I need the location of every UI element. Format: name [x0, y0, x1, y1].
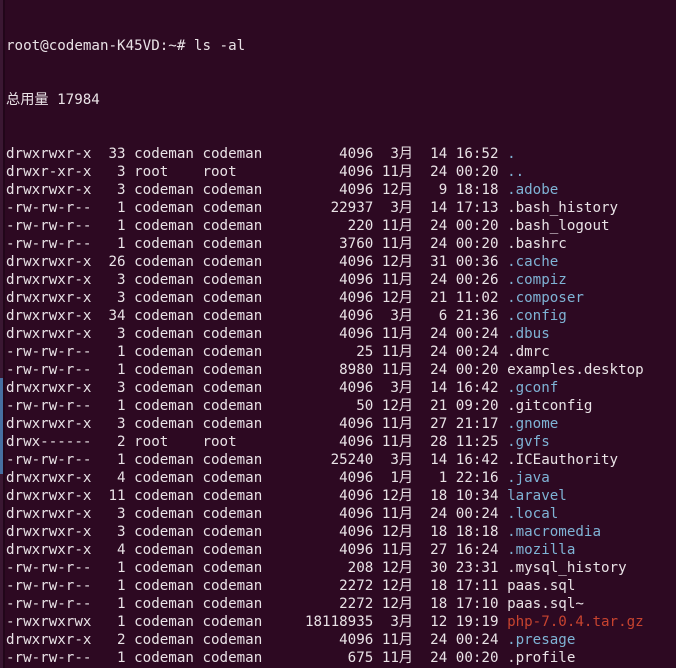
file-listing-row: -rw-rw-r-- 1 codeman codeman 25 11月 24 0… — [6, 343, 644, 361]
file-listing-row: -rw-rw-r-- 1 codeman codeman 2272 12月 18… — [6, 595, 644, 613]
terminal-window[interactable]: root@codeman-K45VD:~# ls -al 总用量 17984 d… — [0, 0, 676, 668]
file-listing-row: drwxrwxr-x 3 codeman codeman 4096 12月 21… — [6, 289, 644, 307]
file-name[interactable]: .compiz — [507, 272, 567, 288]
terminal-edge-shadow — [3, 0, 5, 668]
file-metadata: drwxrwxr-x 2 codeman codeman 4096 11月 24… — [6, 632, 508, 648]
file-metadata: drwxrwxr-x 3 codeman codeman 4096 12月 21… — [6, 290, 508, 306]
file-metadata: drwxrwxr-x 3 codeman codeman 4096 11月 24… — [6, 506, 508, 522]
file-metadata: drwxrwxr-x 4 codeman codeman 4096 11月 27… — [6, 542, 508, 558]
file-name[interactable]: examples.desktop — [507, 362, 644, 378]
file-listing-row: -rw-rw-r-- 1 codeman codeman 2272 12月 18… — [6, 577, 644, 595]
file-metadata: -rwxrwxrwx 1 codeman codeman 18118935 3月… — [6, 614, 508, 630]
file-name[interactable]: .profile — [507, 650, 575, 666]
file-name[interactable]: .mozilla — [507, 542, 575, 558]
file-listing-row: drwxrwxr-x 33 codeman codeman 4096 3月 14… — [6, 145, 644, 163]
file-listing-row: drwxrwxr-x 4 codeman codeman 4096 1月 1 2… — [6, 469, 644, 487]
file-listing: drwxrwxr-x 33 codeman codeman 4096 3月 14… — [6, 145, 644, 668]
file-name[interactable]: .bashrc — [507, 236, 567, 252]
file-listing-row: -rw-rw-r-- 1 codeman codeman 220 11月 24 … — [6, 217, 644, 235]
file-listing-row: -rw-rw-r-- 1 codeman codeman 22937 3月 14… — [6, 199, 644, 217]
file-listing-row: -rw-rw-r-- 1 codeman codeman 3760 11月 24… — [6, 235, 644, 253]
file-metadata: drwxrwxr-x 3 codeman codeman 4096 12月 18… — [6, 524, 508, 540]
file-name[interactable]: .java — [507, 470, 550, 486]
file-name[interactable]: .. — [507, 164, 524, 180]
file-metadata: -rw-rw-r-- 1 codeman codeman 675 11月 24 … — [6, 650, 508, 666]
file-name[interactable]: laravel — [507, 488, 567, 504]
file-metadata: drwxrwxr-x 3 codeman codeman 4096 11月 24… — [6, 272, 508, 288]
file-listing-row: drwxrwxr-x 2 codeman codeman 4096 11月 24… — [6, 631, 644, 649]
file-name[interactable]: .ICEauthority — [507, 452, 618, 468]
file-listing-row: drwxrwxr-x 11 codeman codeman 4096 12月 1… — [6, 487, 644, 505]
file-metadata: -rw-rw-r-- 1 codeman codeman 208 12月 30 … — [6, 560, 508, 576]
file-name[interactable]: .dbus — [507, 326, 550, 342]
file-name[interactable]: .gnome — [507, 416, 558, 432]
file-name[interactable]: .macromedia — [507, 524, 601, 540]
prompt-line: root@codeman-K45VD:~# ls -al — [6, 38, 246, 54]
file-name[interactable]: .bash_history — [507, 200, 618, 216]
file-listing-row: drwxr-xr-x 3 root root 4096 11月 24 00:20… — [6, 163, 644, 181]
file-listing-row: drwxrwxr-x 4 codeman codeman 4096 11月 27… — [6, 541, 644, 559]
file-metadata: -rw-rw-r-- 1 codeman codeman 220 11月 24 … — [6, 218, 508, 234]
file-metadata: drwx------ 2 root root 4096 11月 28 11:25 — [6, 434, 508, 450]
file-listing-row: drwxrwxr-x 3 codeman codeman 4096 11月 27… — [6, 415, 644, 433]
file-metadata: drwxr-xr-x 3 root root 4096 11月 24 00:20 — [6, 164, 508, 180]
file-name[interactable]: .dmrc — [507, 344, 550, 360]
file-listing-row: -rw-rw-r-- 1 codeman codeman 50 12月 21 0… — [6, 397, 644, 415]
file-name[interactable]: .bash_logout — [507, 218, 610, 234]
file-name[interactable]: php-7.0.4.tar.gz — [507, 614, 644, 630]
file-metadata: -rw-rw-r-- 1 codeman codeman 2272 12月 18… — [6, 578, 508, 594]
file-metadata: drwxrwxr-x 3 codeman codeman 4096 11月 24… — [6, 326, 508, 342]
file-name[interactable]: .config — [507, 308, 567, 324]
file-listing-row: drwxrwxr-x 3 codeman codeman 4096 11月 24… — [6, 505, 644, 523]
file-metadata: -rw-rw-r-- 1 codeman codeman 22937 3月 14… — [6, 200, 508, 216]
file-name[interactable]: .cache — [507, 254, 558, 270]
file-name[interactable]: paas.sql — [507, 578, 575, 594]
terminal-screen: root@codeman-K45VD:~# ls -al 总用量 17984 d… — [6, 1, 644, 668]
file-name[interactable]: .gvfs — [507, 434, 550, 450]
file-name[interactable]: . — [507, 146, 516, 162]
file-metadata: drwxrwxr-x 26 codeman codeman 4096 12月 3… — [6, 254, 508, 270]
file-name[interactable]: .local — [507, 506, 558, 522]
file-metadata: -rw-rw-r-- 1 codeman codeman 50 12月 21 0… — [6, 398, 508, 414]
file-name[interactable]: paas.sql~ — [507, 596, 584, 612]
file-metadata: drwxrwxr-x 11 codeman codeman 4096 12月 1… — [6, 488, 508, 504]
file-name[interactable]: .composer — [507, 290, 584, 306]
file-metadata: -rw-rw-r-- 1 codeman codeman 2272 12月 18… — [6, 596, 508, 612]
file-metadata: drwxrwxr-x 3 codeman codeman 4096 3月 14 … — [6, 380, 508, 396]
file-metadata: -rw-rw-r-- 1 codeman codeman 3760 11月 24… — [6, 236, 508, 252]
file-listing-row: drwxrwxr-x 3 codeman codeman 4096 11月 24… — [6, 325, 644, 343]
file-metadata: drwxrwxr-x 3 codeman codeman 4096 11月 27… — [6, 416, 508, 432]
file-metadata: drwxrwxr-x 3 codeman codeman 4096 12月 9 … — [6, 182, 508, 198]
file-name[interactable]: .presage — [507, 632, 575, 648]
file-listing-row: drwx------ 2 root root 4096 11月 28 11:25… — [6, 433, 644, 451]
file-listing-row: drwxrwxr-x 3 codeman codeman 4096 11月 24… — [6, 271, 644, 289]
file-metadata: drwxrwxr-x 34 codeman codeman 4096 3月 6 … — [6, 308, 508, 324]
file-metadata: drwxrwxr-x 4 codeman codeman 4096 1月 1 2… — [6, 470, 508, 486]
total-line: 总用量 17984 — [6, 92, 100, 108]
file-name[interactable]: .mysql_history — [507, 560, 627, 576]
file-listing-row: -rw-rw-r-- 1 codeman codeman 208 12月 30 … — [6, 559, 644, 577]
file-metadata: drwxrwxr-x 33 codeman codeman 4096 3月 14… — [6, 146, 508, 162]
file-metadata: -rw-rw-r-- 1 codeman codeman 8980 11月 24… — [6, 362, 508, 378]
file-listing-row: drwxrwxr-x 3 codeman codeman 4096 12月 9 … — [6, 181, 644, 199]
file-listing-row: -rw-rw-r-- 1 codeman codeman 8980 11月 24… — [6, 361, 644, 379]
file-listing-row: -rwxrwxrwx 1 codeman codeman 18118935 3月… — [6, 613, 644, 631]
file-name[interactable]: .adobe — [507, 182, 558, 198]
file-metadata: -rw-rw-r-- 1 codeman codeman 25 11月 24 0… — [6, 344, 508, 360]
file-metadata: -rw-rw-r-- 1 codeman codeman 25240 3月 14… — [6, 452, 508, 468]
file-listing-row: -rw-rw-r-- 1 codeman codeman 25240 3月 14… — [6, 451, 644, 469]
file-listing-row: drwxrwxr-x 34 codeman codeman 4096 3月 6 … — [6, 307, 644, 325]
file-listing-row: drwxrwxr-x 3 codeman codeman 4096 3月 14 … — [6, 379, 644, 397]
file-listing-row: drwxrwxr-x 26 codeman codeman 4096 12月 3… — [6, 253, 644, 271]
file-listing-row: drwxrwxr-x 3 codeman codeman 4096 12月 18… — [6, 523, 644, 541]
file-name[interactable]: .gconf — [507, 380, 558, 396]
file-listing-row: -rw-rw-r-- 1 codeman codeman 675 11月 24 … — [6, 649, 644, 667]
file-name[interactable]: .gitconfig — [507, 398, 592, 414]
